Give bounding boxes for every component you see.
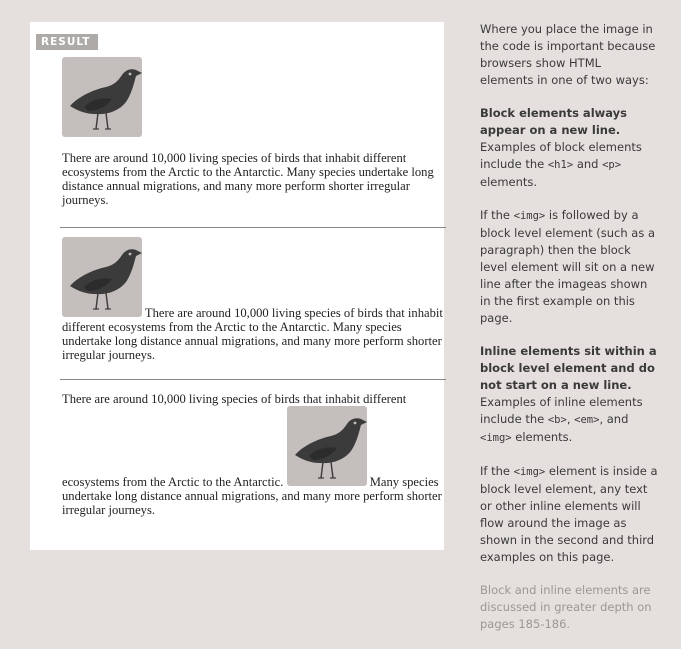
block-text: and (576, 157, 599, 171)
example-paragraph: There are around 10,000 living species o… (62, 237, 446, 362)
code-em: <em> (574, 414, 600, 426)
code-b: <b> (547, 414, 567, 426)
result-label: RESULT (36, 34, 99, 50)
crow-bird-icon (286, 406, 367, 486)
block-elements-paragraph: Block elements always appear on a new li… (480, 105, 658, 191)
code-h1: <h1> (547, 159, 574, 171)
crow-bird-icon (62, 237, 142, 317)
result-panel: RESULT There are around 10,000 living sp… (30, 22, 446, 550)
flow-text: If the (480, 464, 510, 478)
intro-text: Where you place the image in the code is… (480, 22, 656, 87)
img-inline-paragraph: If the <img> element is inside a block l… (480, 463, 658, 566)
flow-text: element is inside a block level element,… (480, 464, 658, 564)
code-img: <img> (513, 210, 546, 222)
cross-reference-note: Block and inline elements are discussed … (480, 583, 652, 631)
example-block-image: There are around 10,000 living species o… (62, 57, 446, 207)
inline-heading: Inline elements sit within a block level… (480, 344, 657, 392)
example-paragraph: There are around 10,000 living species o… (62, 151, 434, 207)
inline-text: , and (599, 412, 629, 426)
example-inline-image-start: There are around 10,000 living species o… (62, 237, 446, 362)
explanation-sidebar: Where you place the image in the code is… (480, 21, 658, 649)
block-text: elements. (480, 175, 538, 189)
inline-text: , (566, 412, 571, 426)
inline-text: elements. (515, 430, 573, 444)
img-block-paragraph: If the <img> is followed by a block leve… (480, 207, 658, 327)
code-img: <img> (480, 432, 512, 444)
crow-bird-icon (62, 57, 142, 137)
code-img: <img> (513, 466, 546, 478)
divider (60, 227, 446, 228)
divider (60, 379, 446, 380)
img-text: is followed by a block level element (su… (480, 208, 656, 325)
block-heading: Block elements always appear on a new li… (480, 106, 628, 137)
img-text: If the (480, 208, 510, 222)
inline-elements-paragraph: Inline elements sit within a block level… (480, 343, 658, 447)
example-paragraph: There are around 10,000 living species o… (62, 392, 446, 517)
code-p: <p> (602, 159, 622, 171)
example-inline-image-middle: There are around 10,000 living species o… (62, 392, 446, 517)
